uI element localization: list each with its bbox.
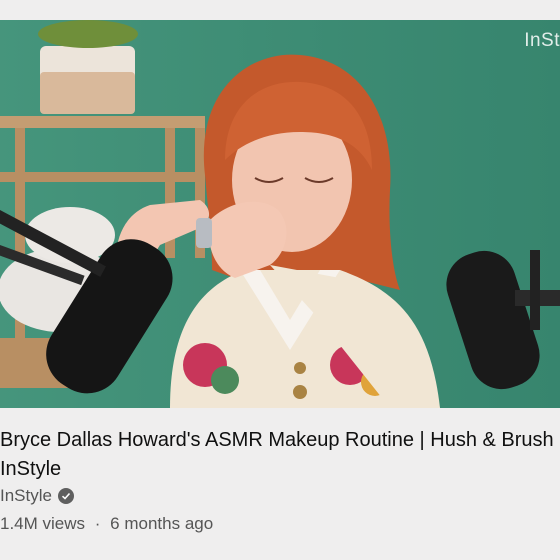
- video-stats: 1.4M views · 6 months ago: [0, 514, 213, 534]
- thumbnail-image: [0, 20, 560, 408]
- video-meta: Bryce Dallas Howard's ASMR Makeup Routin…: [0, 408, 560, 560]
- separator-dot: ·: [94, 514, 101, 533]
- verified-check-icon: [57, 488, 74, 504]
- video-card[interactable]: InSt Bryce Dallas Howard's ASMR Makeup R…: [0, 20, 560, 560]
- view-count: 1.4M views: [0, 514, 86, 533]
- video-title-line-1: Bryce Dallas Howard's ASMR Makeup Routin…: [0, 429, 554, 451]
- video-thumbnail[interactable]: InSt: [0, 20, 560, 408]
- upload-age: 6 months ago: [110, 514, 214, 533]
- channel-name[interactable]: InStyle: [0, 486, 52, 506]
- video-title-line-2: InStyle: [0, 458, 62, 480]
- video-title[interactable]: Bryce Dallas Howard's ASMR Makeup Routin…: [0, 426, 560, 484]
- channel-watermark: InSt: [524, 30, 560, 51]
- top-strip: [0, 0, 560, 20]
- channel-row: InStyle: [0, 486, 74, 506]
